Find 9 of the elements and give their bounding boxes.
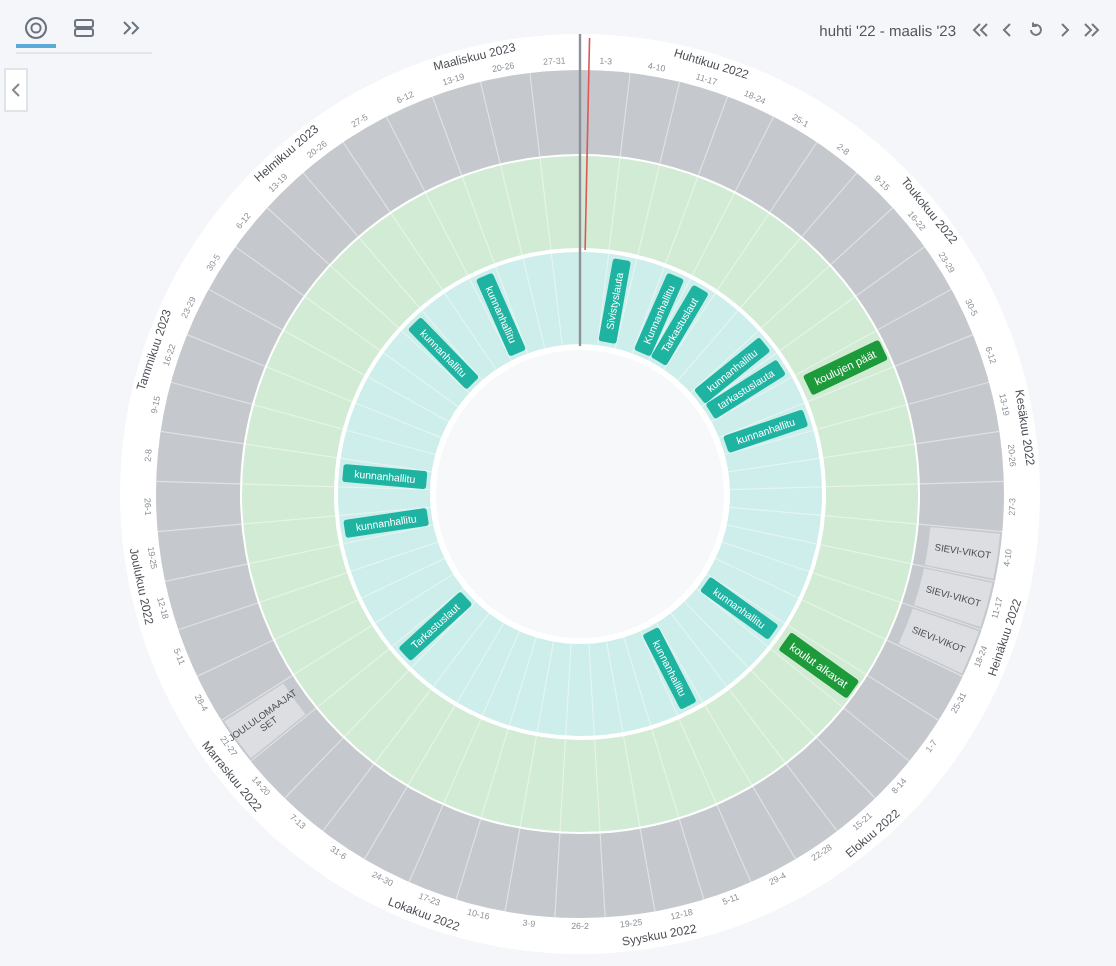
chevron-left-icon (10, 82, 22, 98)
double-chevron-right-icon (120, 16, 144, 40)
double-chevron-left-icon (970, 20, 990, 40)
side-panel-toggle[interactable] (4, 68, 28, 112)
double-chevron-right-icon (1082, 20, 1102, 40)
wheel-view-tab[interactable] (16, 12, 56, 48)
rows-icon (72, 16, 96, 40)
concentric-circles-icon (24, 16, 48, 40)
refresh-icon (1026, 20, 1046, 40)
